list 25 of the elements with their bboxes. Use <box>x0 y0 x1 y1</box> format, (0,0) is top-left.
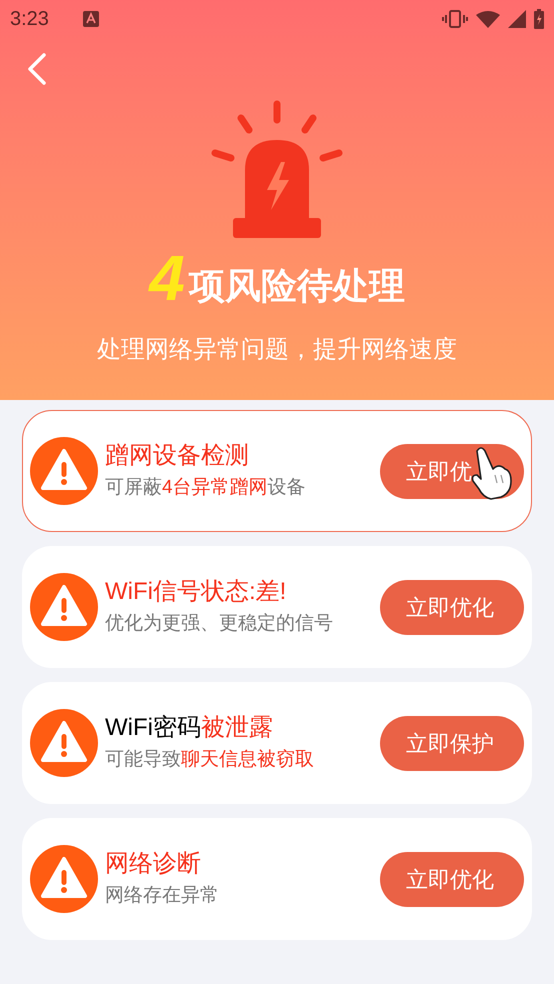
card-title: 蹭网设备检测 <box>105 441 250 471</box>
warning-icon <box>30 709 98 777</box>
action-button[interactable]: 立即保护 <box>380 716 524 770</box>
risk-count: 4 <box>149 246 185 310</box>
keyboard-app-icon <box>82 11 99 27</box>
card-title: WiFi密码被泄露 <box>105 713 274 743</box>
warning-icon <box>30 573 98 641</box>
header-subtitle: 处理网络异常问题，提升网络速度 <box>96 335 458 365</box>
battery-icon <box>534 9 544 29</box>
vibrate-icon <box>442 9 468 29</box>
card-title: 网络诊断 <box>105 849 202 879</box>
warning-icon <box>30 845 98 913</box>
back-icon[interactable] <box>26 52 48 86</box>
signal-icon <box>508 10 526 28</box>
action-button[interactable]: 立即优化 <box>380 580 524 634</box>
card-title: WiFi信号状态:差! <box>105 577 288 607</box>
wifi-icon <box>476 10 500 28</box>
action-button[interactable]: 立即优化 <box>380 852 524 906</box>
status-time: 3:23 <box>10 7 49 32</box>
card-description: 可屏蔽4台异常蹭网设备 <box>105 476 307 500</box>
risk-title: 项风险待处理 <box>188 264 405 308</box>
card-description: 可能导致聊天信息被窃取 <box>105 748 315 772</box>
warning-icon <box>30 437 98 505</box>
card-description: 网络存在异常 <box>105 884 220 908</box>
card-description: 优化为更强、更稳定的信号 <box>105 612 334 636</box>
